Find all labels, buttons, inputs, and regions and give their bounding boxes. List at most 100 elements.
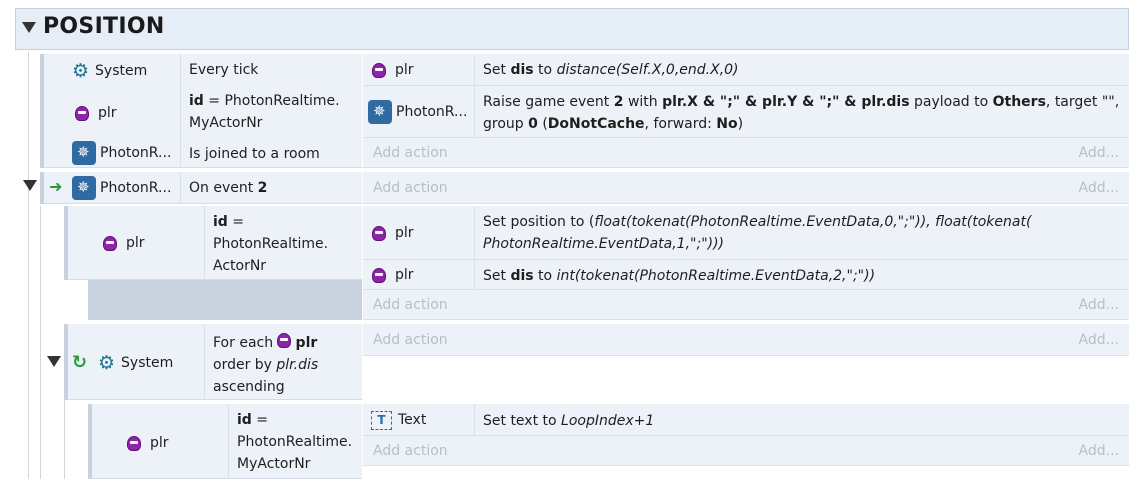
tree-line xyxy=(28,52,29,479)
condition-text-bold: id xyxy=(189,93,204,109)
add-action-short: Add... xyxy=(1078,443,1119,459)
add-action-label: Add action xyxy=(373,145,448,161)
condition-text: PhotonRealtime. xyxy=(213,236,329,252)
condition-object-name: plr xyxy=(150,435,169,451)
add-action-label: Add action xyxy=(373,297,448,313)
condition-text: MyActorNr xyxy=(189,115,263,131)
action-object-name: plr xyxy=(395,267,414,283)
action-obj-plr[interactable]: plr xyxy=(363,206,475,260)
action-expression: LoopIndex+1 xyxy=(561,413,655,429)
photon-icon xyxy=(72,141,96,165)
condition-on-event[interactable]: On event 2 xyxy=(180,172,362,204)
group-title: POSITION xyxy=(43,14,165,39)
condition-object-name: plr xyxy=(126,235,145,251)
loop-icon: ↻ xyxy=(72,352,88,373)
condition-text: = PhotonRealtime. xyxy=(203,93,340,109)
action-expression: int(tokenat(PhotonRealtime.EventData,2,"… xyxy=(556,268,876,284)
action-set-dis[interactable]: Set dis to distance(Self.X,0,end.X,0) xyxy=(475,56,739,81)
add-action-button[interactable]: Add action Add... xyxy=(363,290,1129,320)
group-collapse-icon[interactable] xyxy=(22,22,36,33)
collapse-triangle-icon[interactable] xyxy=(47,356,61,367)
condition-text: = xyxy=(227,214,245,230)
action-object-name: Text xyxy=(398,412,427,428)
condition-id-compare[interactable]: id = PhotonRealtime. MyActorNr xyxy=(180,86,362,138)
condition-obj-plr[interactable]: plr xyxy=(128,430,169,456)
trigger-arrow-icon: ➜ xyxy=(49,177,63,196)
action-text: Set xyxy=(483,268,511,284)
action-text: , target "", xyxy=(1045,94,1120,110)
condition-text: ActorNr xyxy=(213,258,267,274)
condition-obj-photon[interactable]: PhotonR... xyxy=(72,140,171,166)
plr-sprite-icon xyxy=(76,106,88,120)
photon-icon xyxy=(368,100,392,124)
condition-text: For each xyxy=(213,335,278,351)
group-header[interactable] xyxy=(15,8,1129,50)
tree-line xyxy=(40,206,41,479)
condition-object-name: plr xyxy=(98,105,117,121)
condition-text-bold: plr xyxy=(295,335,318,351)
plr-sprite-icon xyxy=(373,63,385,77)
action-text-bold: No xyxy=(716,116,738,132)
condition-obj-system[interactable]: ⚙ System xyxy=(98,350,173,376)
condition-id-actornr[interactable]: id = PhotonRealtime. ActorNr xyxy=(204,206,362,280)
action-text-bold: 0 xyxy=(528,116,538,132)
condition-every-tick[interactable]: Every tick xyxy=(180,54,362,86)
condition-text: ascending xyxy=(213,379,285,395)
action-expression: PhotonRealtime.EventData,1,";"))) xyxy=(483,236,725,252)
action-set-position[interactable]: Set position to (float(tokenat(PhotonRea… xyxy=(475,208,1129,255)
condition-text: Is joined to a room xyxy=(189,146,320,162)
add-action-short: Add... xyxy=(1078,145,1119,161)
condition-text: = xyxy=(251,412,269,428)
action-obj-plr[interactable]: plr xyxy=(363,260,475,290)
action-text: Set position to ( xyxy=(483,214,595,230)
action-text: Set xyxy=(483,62,511,78)
collapse-triangle-icon[interactable] xyxy=(23,180,37,191)
action-obj-plr[interactable]: plr xyxy=(363,54,475,86)
event-margin xyxy=(88,280,362,320)
add-action-button[interactable]: Add action Add... xyxy=(363,172,1129,204)
add-action-short: Add... xyxy=(1078,180,1119,196)
action-object-name: PhotonR... xyxy=(396,104,468,120)
condition-id-myactornr[interactable]: id = PhotonRealtime. MyActorNr xyxy=(228,404,362,479)
condition-obj-system[interactable]: ⚙ System xyxy=(72,58,147,84)
action-object-name: plr xyxy=(395,225,414,241)
condition-obj-plr[interactable]: plr xyxy=(76,100,117,126)
action-text-bold: dis xyxy=(510,62,534,78)
add-action-button[interactable]: Add action Add... xyxy=(363,324,1129,356)
action-raise-event[interactable]: Raise game event 2 with plr.X & ";" & pl… xyxy=(475,88,1129,135)
action-text: payload to xyxy=(909,94,993,110)
add-action-button[interactable]: Add action Add... xyxy=(363,436,1129,466)
action-text: Set text to xyxy=(483,413,562,429)
action-text-bold: Others xyxy=(992,94,1046,110)
action-expression: float(tokenat(PhotonRealtime.EventData,0… xyxy=(594,214,1032,230)
action-set-text[interactable]: Set text to LoopIndex+1 xyxy=(475,407,654,432)
action-text: , forward: xyxy=(644,116,717,132)
gear-icon: ⚙ xyxy=(98,351,116,374)
action-text: ( xyxy=(537,116,548,132)
condition-obj-plr[interactable]: plr xyxy=(104,230,145,256)
condition-for-each[interactable]: For each plr order by plr.dis ascending xyxy=(204,324,362,400)
action-text-bold: dis xyxy=(510,268,534,284)
add-action-label: Add action xyxy=(373,332,448,348)
action-obj-text[interactable]: T Text xyxy=(363,404,475,436)
action-obj-photon[interactable]: PhotonR... xyxy=(363,86,475,138)
add-action-button[interactable]: Add action Add... xyxy=(363,138,1129,168)
gear-icon: ⚙ xyxy=(72,59,90,82)
condition-object-name: PhotonR... xyxy=(100,145,172,161)
condition-expression: plr.dis xyxy=(276,357,319,373)
action-text: to xyxy=(533,268,557,284)
plr-sprite-icon xyxy=(104,236,116,250)
condition-obj-photon[interactable]: PhotonR... xyxy=(72,175,171,201)
action-text-bold: plr.X & ";" & plr.Y & ";" & plr.dis xyxy=(662,94,910,110)
text-object-icon: T xyxy=(371,410,392,430)
action-expression: distance(Self.X,0,end.X,0) xyxy=(556,62,739,78)
plr-sprite-icon xyxy=(128,436,140,450)
action-text-bold: 2 xyxy=(613,94,624,110)
condition-joined-room[interactable]: Is joined to a room xyxy=(180,138,362,168)
tree-line xyxy=(64,400,65,479)
action-set-dis[interactable]: Set dis to int(tokenat(PhotonRealtime.Ev… xyxy=(475,262,875,287)
condition-text: Every tick xyxy=(189,62,259,78)
condition-object-name: System xyxy=(121,355,174,371)
action-text: Raise game event xyxy=(483,94,614,110)
photon-icon xyxy=(72,176,96,200)
